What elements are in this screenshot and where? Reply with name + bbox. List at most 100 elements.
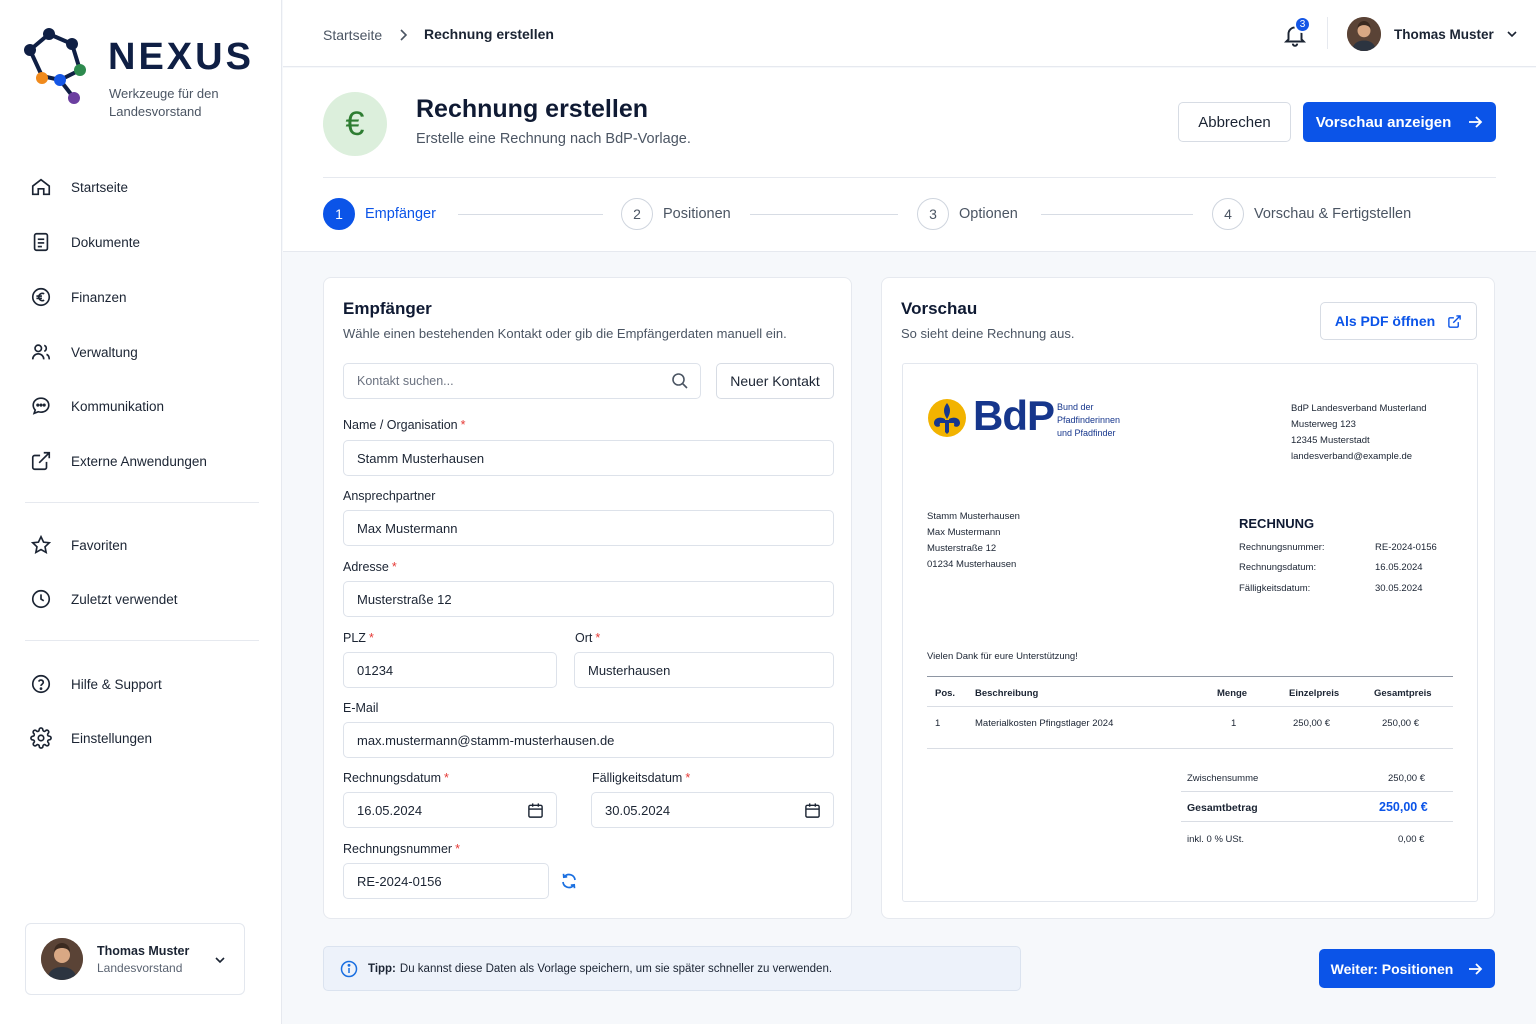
- name-field[interactable]: Stamm Musterhausen: [343, 440, 834, 476]
- recipient-line: 01234 Musterhausen: [927, 559, 1017, 570]
- meta-key: Fälligkeitsdatum:: [1239, 583, 1311, 594]
- totals-rule: [1181, 821, 1453, 822]
- col-header: Menge: [1217, 688, 1248, 699]
- total-label: Gesamtbetrag: [1187, 802, 1258, 814]
- step-positionen[interactable]: 2 Positionen: [621, 198, 731, 230]
- sidebar-item-dokumente[interactable]: Dokumente: [28, 227, 258, 257]
- sidebar: NEXUS Werkzeuge für den Landesvorstand S…: [0, 0, 282, 1024]
- sidebar-item-label: Zuletzt verwendet: [71, 591, 178, 607]
- recipient-line: Musterstraße 12: [927, 543, 997, 554]
- tip-banner: Tipp: Du kannst diese Daten als Vorlage …: [323, 946, 1021, 991]
- contact-person-field[interactable]: Max Mustermann: [343, 510, 834, 546]
- due-date-label-text: Fälligkeitsdatum: [592, 771, 683, 785]
- sidebar-user-card[interactable]: Thomas Muster Landesvorstand: [25, 923, 245, 995]
- open-pdf-button[interactable]: Als PDF öffnen: [1320, 302, 1477, 340]
- page-header: € Rechnung erstellen Erstelle eine Rechn…: [283, 68, 1536, 252]
- info-icon: [340, 960, 358, 977]
- city-label-text: Ort: [575, 631, 593, 645]
- chevron-down-icon: [1507, 31, 1517, 38]
- sidebar-item-zuletzt-verwendet[interactable]: Zuletzt verwendet: [28, 584, 258, 614]
- logo-sub-line: Pfadfinderinnen: [1057, 415, 1121, 425]
- external-link-icon: [28, 448, 54, 474]
- preview-subtitle: So sieht deine Rechnung aus.: [901, 326, 1075, 341]
- tip-text: Du kannst diese Daten als Vorlage speich…: [399, 962, 833, 975]
- clock-icon: [28, 586, 54, 612]
- due-date-value: 30.05.2024: [605, 802, 671, 818]
- cancel-button[interactable]: Abbrechen: [1178, 102, 1291, 142]
- invoice-number-field[interactable]: RE-2024-0156: [343, 863, 549, 899]
- thanks-note: Vielen Dank für eure Unterstützung!: [927, 651, 1078, 662]
- search-icon: [672, 373, 688, 389]
- breadcrumb-current: Rechnung erstellen: [424, 26, 554, 42]
- sidebar-item-hilfe[interactable]: Hilfe & Support: [28, 669, 258, 699]
- due-date-field[interactable]: 30.05.2024: [591, 792, 834, 828]
- table-header-rule: [927, 706, 1453, 707]
- sidebar-divider: [25, 640, 259, 641]
- invoice-date-label-text: Rechnungsdatum: [343, 771, 441, 785]
- preview-card: Vorschau So sieht deine Rechnung aus. Al…: [881, 277, 1495, 919]
- preview-button-label: Vorschau anzeigen: [1315, 113, 1452, 131]
- sender-line: BdP Landesverband Musterland: [1291, 403, 1427, 414]
- sidebar-item-finanzen[interactable]: Finanzen: [28, 282, 258, 312]
- step-optionen[interactable]: 3 Optionen: [917, 198, 1018, 230]
- calendar-icon[interactable]: [527, 802, 544, 819]
- step-connector: [1041, 214, 1193, 215]
- name-label-text: Name / Organisation: [343, 418, 458, 432]
- page-title: Rechnung erstellen: [416, 95, 648, 123]
- recipient-line: Max Mustermann: [927, 527, 1001, 538]
- required-mark: *: [460, 418, 466, 432]
- contact-search-input[interactable]: Kontakt suchen...: [343, 363, 701, 399]
- sidebar-item-label: Finanzen: [71, 289, 127, 305]
- meta-value: RE-2024-0156: [1375, 542, 1437, 553]
- sender-line: 12345 Musterstadt: [1291, 435, 1370, 446]
- sender-line: Musterweg 123: [1291, 419, 1356, 430]
- sidebar-item-label: Startseite: [71, 179, 129, 195]
- table-cell: Materialkosten Pfingstlager 2024: [975, 718, 1114, 729]
- preview-title: Vorschau: [901, 299, 978, 318]
- total-value: 250,00 €: [1379, 800, 1428, 814]
- step-label: Empfänger: [365, 206, 436, 222]
- chevron-down-icon: [215, 957, 225, 964]
- zip-field[interactable]: 01234: [343, 652, 557, 688]
- invoice-date-field[interactable]: 16.05.2024: [343, 792, 557, 828]
- next-button-label: Weiter: Positionen: [1330, 960, 1454, 977]
- bdp-logo-text: BdP: [973, 392, 1055, 439]
- step-number: 1: [323, 198, 355, 230]
- step-vorschau[interactable]: 4 Vorschau & Fertigstellen: [1212, 198, 1411, 230]
- address-field[interactable]: Musterstraße 12: [343, 581, 834, 617]
- sidebar-item-favoriten[interactable]: Favoriten: [28, 530, 258, 560]
- sender-line: landesverband@example.de: [1291, 451, 1413, 462]
- bdp-logo-subtitle: Bund der Pfadfinderinnen und Pfadfinder: [1057, 401, 1120, 440]
- sidebar-item-einstellungen[interactable]: Einstellungen: [28, 723, 258, 753]
- email-field[interactable]: max.mustermann@stamm-musterhausen.de: [343, 722, 834, 758]
- next-positions-button[interactable]: Weiter: Positionen: [1319, 949, 1495, 988]
- brand-logo[interactable]: NEXUS Werkzeuge für den Landesvorstand: [22, 28, 262, 128]
- sidebar-item-label: Favoriten: [71, 537, 128, 553]
- col-header: Einzelpreis: [1289, 688, 1340, 699]
- table-cell: 1: [935, 718, 941, 729]
- invoice-date-label: Rechnungsdatum *: [343, 771, 449, 785]
- breadcrumb-home[interactable]: Startseite: [323, 27, 382, 43]
- new-contact-button[interactable]: Neuer Kontakt: [716, 363, 834, 399]
- city-field[interactable]: Musterhausen: [574, 652, 834, 688]
- step-empfaenger[interactable]: 1 Empfänger: [323, 198, 436, 230]
- sidebar-item-kommunikation[interactable]: Kommunikation: [28, 391, 258, 421]
- refresh-icon[interactable]: [560, 872, 578, 890]
- step-number: 2: [621, 198, 653, 230]
- meta-key: Rechnungsdatum:: [1239, 562, 1317, 573]
- open-pdf-label: Als PDF öffnen: [1334, 313, 1436, 329]
- preview-button[interactable]: Vorschau anzeigen: [1303, 102, 1496, 142]
- subtotal-value: 250,00 €: [1388, 773, 1425, 784]
- sidebar-item-verwaltung[interactable]: Verwaltung: [28, 337, 258, 367]
- arrow-right-icon: [1469, 962, 1483, 975]
- sidebar-item-startseite[interactable]: Startseite: [28, 172, 258, 202]
- zip-label-text: PLZ: [343, 631, 366, 645]
- sidebar-item-label: Hilfe & Support: [71, 676, 162, 692]
- header-user-menu[interactable]: Thomas Muster: [1347, 17, 1518, 51]
- sidebar-item-externe-anwendungen[interactable]: Externe Anwendungen: [28, 446, 258, 476]
- required-mark: *: [391, 560, 397, 574]
- invoice-number-label: Rechnungsnummer *: [343, 842, 460, 856]
- calendar-icon[interactable]: [804, 802, 821, 819]
- avatar: [1347, 17, 1381, 51]
- fleur-de-lis-icon: [928, 399, 966, 437]
